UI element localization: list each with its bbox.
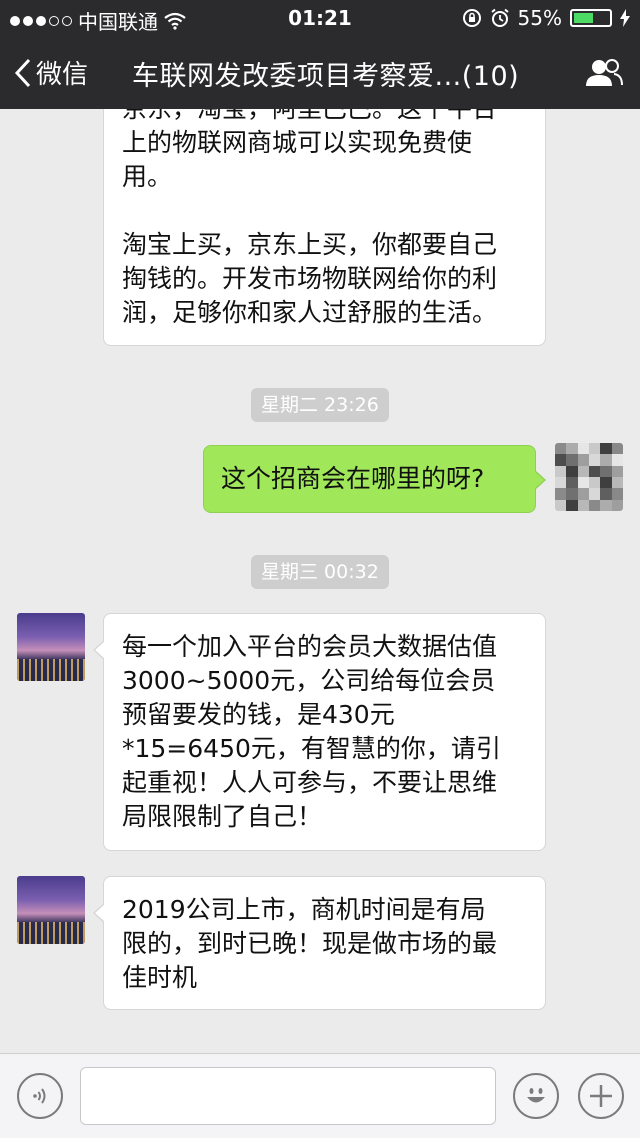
chevron-left-icon: [14, 58, 31, 87]
avatar-pixel: [600, 476, 612, 489]
avatar-pixel: [611, 499, 623, 511]
message-line: 预留要发的钱，是430元: [122, 700, 395, 729]
status-right: 55%: [462, 6, 630, 30]
message-line: 上的物联网商城可以实现免费使: [122, 128, 473, 157]
avatar-pixel: [611, 454, 623, 466]
avatar-pixel: [611, 476, 623, 489]
avatar-pixel: [566, 465, 578, 477]
avatar-pixel: [600, 488, 612, 500]
avatar-pixel: [577, 488, 589, 500]
status-bar: 中国联通 01:21 55%: [0, 0, 640, 36]
avatar-pixel: [588, 465, 601, 477]
avatar-pixel: [611, 488, 623, 500]
back-label: 微信: [36, 60, 89, 90]
timestamp: 星期二 23:26: [251, 388, 389, 422]
plus-icon: [590, 1085, 612, 1107]
back-button[interactable]: 微信: [14, 54, 88, 91]
message-bubble[interactable]: 2019公司上市，商机时间是有局 限的，到时已晚！现是做市场的最 佳时机: [93, 876, 546, 1010]
avatar-pixel: [566, 488, 578, 500]
message-line: 限的，到时已晚！现是做市场的最: [122, 929, 498, 958]
battery-icon: [570, 9, 612, 27]
avatar-pixel: [588, 454, 601, 466]
alarm-icon: [490, 8, 509, 27]
avatar-pixel: [566, 476, 578, 489]
avatar-pixel: [577, 465, 589, 477]
charging-icon: [620, 9, 630, 27]
message-bubble[interactable]: 京东，淘宝，阿里巴巴。这个平台 上的物联网商城可以实现免费使 用。 淘宝上买，京…: [103, 109, 546, 346]
rotation-lock-icon: [462, 9, 481, 27]
avatar-pixel: [566, 454, 578, 466]
chat-title: 车联网发改委项目考察爱...(10): [132, 61, 520, 92]
group-info-icon[interactable]: [584, 58, 624, 88]
avatar-pixel: [577, 443, 589, 455]
chat-area[interactable]: 京东，淘宝，阿里巴巴。这个平台 上的物联网商城可以实现免费使 用。 淘宝上买，京…: [0, 109, 640, 1053]
avatar-pixel: [577, 454, 589, 466]
emoji-icon: [527, 1088, 545, 1103]
avatar-pixel: [611, 443, 623, 455]
avatar-pixel: [588, 443, 601, 455]
avatar-pixel: [555, 443, 567, 455]
avatar-pixel: [600, 443, 612, 455]
input-bar: [0, 1053, 640, 1138]
message-line: 京东，淘宝，阿里巴巴。这个平台: [122, 109, 529, 126]
avatar-pixel: [600, 454, 612, 466]
message-line: 淘宝上买，京东上买，你都要自己: [122, 230, 498, 259]
avatar-pixel: [566, 443, 578, 455]
avatar-pixel: [600, 465, 612, 477]
voice-button[interactable]: [17, 1073, 63, 1119]
sender-avatar[interactable]: [17, 876, 85, 944]
avatar-pixel: [588, 499, 601, 511]
message-line: 佳时机: [122, 963, 198, 992]
message-line: 掏钱的。开发市场物联网给你的利: [122, 264, 498, 293]
message-line: 起重视！人人可参与，不要让思维: [122, 768, 498, 797]
avatar-pixel: [555, 476, 567, 489]
emoji-button[interactable]: [513, 1073, 559, 1119]
nav-bar: 微信 车联网发改委项目考察爱...(10): [0, 36, 640, 109]
message-bubble[interactable]: 每一个加入平台的会员大数据估值 3000~5000元，公司给每位会员 预留要发的…: [93, 613, 546, 851]
avatar-pixel: [588, 476, 601, 489]
avatar-pixel: [577, 476, 589, 489]
battery-percent: 55%: [517, 6, 562, 30]
message-line: 局限限制了自己！: [122, 802, 323, 831]
voice-icon: [33, 1088, 46, 1104]
avatar-pixel: [555, 488, 567, 500]
message-line: 每一个加入平台的会员大数据估值: [122, 632, 498, 661]
avatar-pixel: [611, 465, 623, 477]
avatar-pixel: [555, 499, 567, 511]
avatar-pixel: [600, 499, 612, 511]
message-line: *15=6450元，有智慧的你，请引: [122, 734, 501, 763]
message-line: 润，足够你和家人过舒服的生活。: [122, 298, 498, 327]
self-avatar[interactable]: [555, 443, 623, 511]
message-line: 2019公司上市，商机时间是有局: [122, 895, 486, 924]
avatar-pixel: [566, 499, 578, 511]
message-line: 这个招商会在哪里的呀?: [221, 464, 485, 493]
message-line: 3000~5000元，公司给每位会员: [122, 666, 496, 695]
sender-avatar[interactable]: [17, 613, 85, 681]
avatar-pixel: [588, 488, 601, 500]
plus-button[interactable]: [578, 1073, 624, 1119]
timestamp: 星期三 00:32: [251, 555, 389, 589]
message-bubble-sent[interactable]: 这个招商会在哪里的呀?: [203, 445, 546, 513]
avatar-pixel: [555, 465, 567, 477]
avatar-pixel: [577, 499, 589, 511]
message-input[interactable]: [80, 1067, 496, 1125]
avatar-pixel: [555, 454, 567, 466]
message-line: 用。: [122, 162, 173, 191]
